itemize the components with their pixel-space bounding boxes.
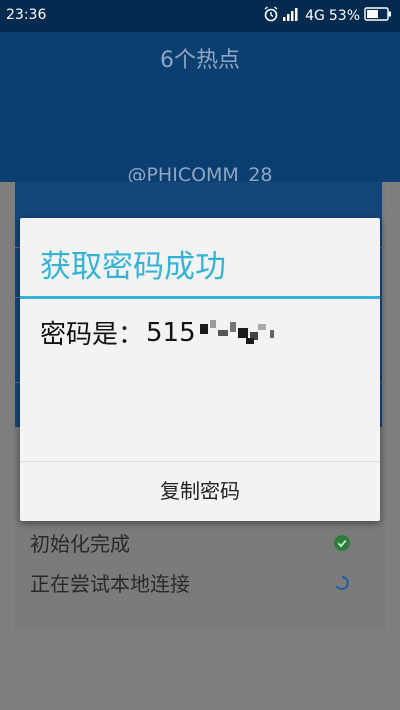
password-label: 密码是： xyxy=(40,320,145,350)
status-bar: 23:36 4G 53% xyxy=(0,0,400,32)
dialog-title: 获取密码成功 xyxy=(40,249,226,285)
dialog-message: 密码是： 515 xyxy=(40,314,282,351)
copy-password-button[interactable]: 复制密码 xyxy=(20,462,380,521)
signal-icon xyxy=(283,7,301,25)
list-item: 初始化完成 xyxy=(30,524,350,556)
password-dialog: 获取密码成功 密码是： 515 复制密码 xyxy=(20,218,380,521)
battery-percent: 53% xyxy=(328,8,360,24)
network-type: 4G xyxy=(305,8,325,24)
alarm-icon xyxy=(263,6,279,26)
battery-icon xyxy=(364,7,392,25)
list-item: 正在尝试本地连接 xyxy=(30,564,350,596)
page-title: 6个热点 xyxy=(160,48,240,73)
step-label: 初始化完成 xyxy=(30,532,130,556)
step-label: 正在尝试本地连接 xyxy=(30,572,190,596)
loading-spinner-icon xyxy=(334,572,350,590)
clock: 23:36 xyxy=(6,7,47,23)
header: 6个热点 @PHICOMM_28 xyxy=(0,32,400,186)
password-value: 515 xyxy=(146,317,196,348)
dialog-title-divider xyxy=(20,296,380,299)
redacted-password-mask xyxy=(198,318,282,348)
check-icon xyxy=(334,532,350,551)
status-icons: 4G 53% xyxy=(263,6,392,26)
